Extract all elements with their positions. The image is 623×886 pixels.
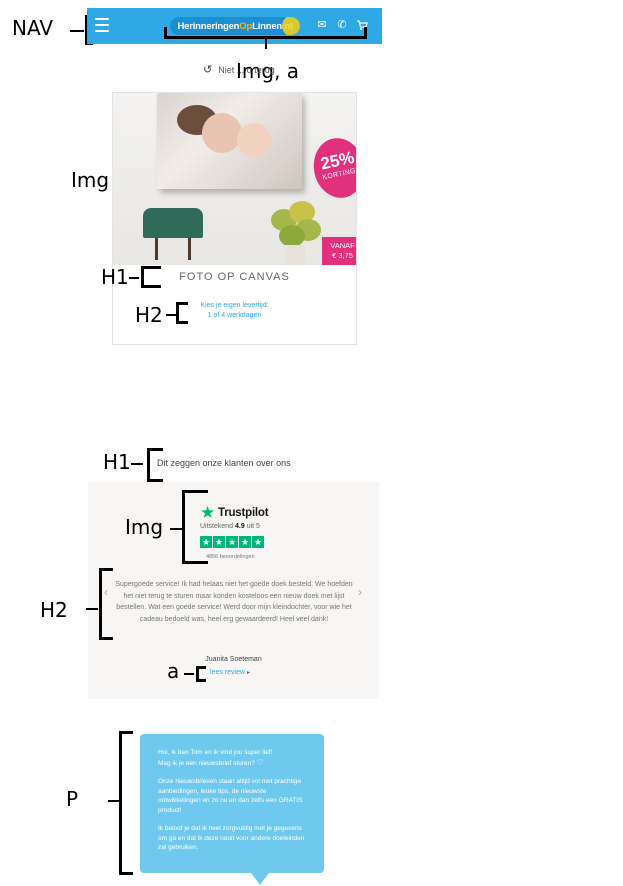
newsletter-line-2: Mag ik je een nieuwsbrief sturen?	[158, 759, 255, 767]
recently-viewed-text: Niet ... d terug	[218, 64, 275, 75]
newsletter-paragraph-3: Ik beloof je dat ik heel zorgvuldig met …	[158, 825, 305, 851]
annotation-h2-reviews-dash	[86, 608, 98, 610]
newsletter-line-1: Hoi, ik ben Tom en ik vind jou super lie…	[158, 749, 273, 756]
product-image[interactable]: 25% KORTING! VANAF € 3,75	[113, 93, 356, 265]
annotation-h1-reviews: H1	[103, 450, 131, 474]
reviews-title: Dit zeggen onze klanten over ons	[157, 458, 291, 468]
annotation-h2-product-bracket	[176, 302, 188, 324]
photo-child-face-shape	[237, 123, 271, 157]
annotation-h1-product: H1	[101, 265, 129, 289]
next-review-arrow-icon[interactable]: ›	[358, 585, 362, 599]
menu-icon[interactable]	[95, 18, 109, 32]
discount-badge: 25% KORTING!	[308, 133, 356, 203]
star-icon: ★	[213, 536, 225, 548]
annotation-img: Img	[71, 168, 110, 192]
star-icon: ★	[252, 536, 264, 548]
trustpilot-name: Trustpilot	[218, 507, 269, 519]
annotation-img-trustpilot: Img	[125, 515, 164, 539]
annotation-p-newsletter: P	[66, 787, 79, 811]
annotation-p-newsletter-bracket	[119, 731, 133, 875]
newsletter-popup[interactable]: Hoi, ik ben Tom en ik vind jou super lie…	[140, 734, 324, 873]
annotation-img-trustpilot-bracket	[182, 490, 208, 564]
annotation-h2-reviews-bracket	[99, 568, 113, 640]
star-icon: ★	[226, 536, 238, 548]
trustpilot-star-rating: ★ ★ ★ ★ ★	[200, 536, 264, 548]
annotation-a-review-dash	[184, 673, 194, 675]
annotation-h2-reviews: H2	[40, 598, 68, 622]
canvas-photo	[157, 93, 302, 189]
newsletter-bubble-tail	[251, 873, 269, 885]
chevron-right-icon: ▸	[247, 670, 251, 676]
annotation-h2-product: H2	[135, 303, 163, 327]
rating-suffix: uit 5	[246, 523, 260, 530]
heart-icon: ♡	[256, 757, 264, 767]
annotation-img-trustpilot-dash	[170, 528, 182, 530]
annotation-h1-product-bracket	[141, 266, 161, 288]
annotation-logo-bracket	[164, 27, 367, 39]
price-prefix: VANAF	[330, 241, 355, 250]
history-icon: ↺	[203, 64, 213, 76]
annotation-a-review-bracket	[196, 666, 206, 682]
read-review-label: lees review	[210, 669, 246, 676]
price-tag: VANAF € 3,75	[322, 237, 356, 265]
photo-face-shape	[202, 113, 242, 153]
reviewer-name: Juanita Soeteman	[205, 656, 262, 663]
review-text: Supergoede service! Ik had helaas niet h…	[115, 581, 353, 623]
annotation-logo-dash	[265, 39, 267, 49]
delivery-line-1: Kies je eigen levertijd:	[200, 302, 269, 309]
delivery-line-2: 1 of 4 werkdagen	[207, 312, 262, 319]
annotation-h2-product-dash	[166, 314, 176, 316]
rating-value: 4.9	[235, 523, 245, 530]
newsletter-intro: Hoi, ik ben Tom en ik vind jou super lie…	[158, 748, 310, 768]
price-value: € 3,75	[332, 251, 353, 260]
annotation-a-review: a	[167, 659, 180, 683]
read-review-link[interactable]: lees review ▸	[210, 669, 250, 676]
annotation-h1-reviews-dash	[131, 463, 143, 465]
annotation-nav: NAV	[12, 16, 54, 40]
annotation-h1-product-dash	[129, 277, 139, 279]
chair-illustration	[143, 208, 203, 260]
trustpilot-score: Uitstekend 4.9 uit 5	[200, 523, 260, 530]
annotation-nav-dash	[70, 30, 84, 32]
review-count: 4856 beoordelingen	[206, 554, 255, 560]
newsletter-paragraph-2: Onze nieuwsbrieven staan altijd vol met …	[158, 778, 303, 814]
star-icon: ★	[239, 536, 251, 548]
plant-illustration	[271, 201, 321, 265]
recently-viewed-link[interactable]: ↺ Niet ... d terug	[203, 63, 275, 76]
